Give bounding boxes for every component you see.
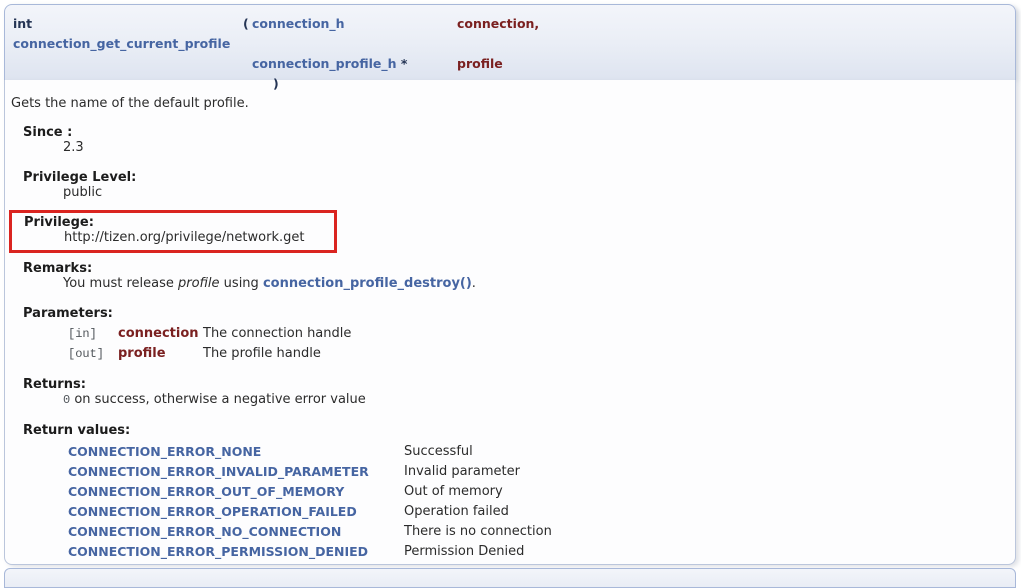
returns-text-part: on success, otherwise a negative error v… <box>70 392 366 407</box>
close-paren: ) <box>273 76 279 91</box>
remarks-emphasis: profile <box>178 276 220 291</box>
return-values-section: Return values: CONNECTION_ERROR_NONE Suc… <box>11 423 1003 562</box>
error-description: There is no connection <box>404 522 1003 542</box>
param-direction: [out] <box>68 344 118 364</box>
since-value: 2.3 <box>63 140 1003 155</box>
remarks-heading: Remarks: <box>23 261 1003 276</box>
return-value-row: CONNECTION_ERROR_PERMISSION_DENIED Permi… <box>68 542 1003 562</box>
param-description: The connection handle <box>203 324 1003 344</box>
param-description: The profile handle <box>203 344 1003 364</box>
param-name: profile <box>457 54 1007 74</box>
next-function-box-edge <box>4 568 1016 588</box>
privilege-highlight-box: Privilege: http://tizen.org/privilege/ne… <box>9 210 337 253</box>
error-code-link[interactable]: CONNECTION_ERROR_OUT_OF_MEMORY <box>68 482 404 502</box>
return-values-table: CONNECTION_ERROR_NONE Successful CONNECT… <box>68 442 1003 562</box>
parameters-table: [in] connection The connection handle [o… <box>68 324 1003 364</box>
error-description: Out of memory <box>404 482 1003 502</box>
return-values-heading: Return values: <box>23 423 1003 438</box>
return-value-row: CONNECTION_ERROR_OPERATION_FAILED Operat… <box>68 502 1003 522</box>
param-direction: [in] <box>68 324 118 344</box>
function-description: Gets the name of the default profile. <box>11 96 1003 111</box>
remarks-text-part: using <box>220 276 263 291</box>
privilege-level-section: Privilege Level: public <box>11 170 1003 200</box>
error-code-link[interactable]: CONNECTION_ERROR_INVALID_PARAMETER <box>68 462 404 482</box>
returns-text: 0 on success, otherwise a negative error… <box>63 392 1003 408</box>
remarks-text-part: You must release <box>63 276 178 291</box>
param-type-suffix: * <box>397 56 408 71</box>
parameters-section: Parameters: [in] connection The connecti… <box>11 306 1003 364</box>
param-type-cell: connection_profile_h * <box>252 54 457 74</box>
return-value-row: CONNECTION_ERROR_OUT_OF_MEMORY Out of me… <box>68 482 1003 502</box>
function-name: connection_get_current_profile <box>13 36 230 51</box>
return-type: int <box>13 16 32 31</box>
since-section: Since : 2.3 <box>11 125 1003 155</box>
parameters-heading: Parameters: <box>23 306 1003 321</box>
return-value-row: CONNECTION_ERROR_NO_CONNECTION There is … <box>68 522 1003 542</box>
param-name: profile <box>118 344 203 364</box>
parameter-row: [out] profile The profile handle <box>68 344 1003 364</box>
param-type-link[interactable]: connection_h <box>252 16 345 31</box>
error-description: Successful <box>404 442 1003 462</box>
signature-row-2: connection_profile_h * profile <box>13 54 1007 74</box>
parameter-row: [in] connection The connection handle <box>68 324 1003 344</box>
function-declaration: int connection_get_current_profile <box>13 14 243 54</box>
error-code-link[interactable]: CONNECTION_ERROR_PERMISSION_DENIED <box>68 542 404 562</box>
return-value-row: CONNECTION_ERROR_INVALID_PARAMETER Inval… <box>68 462 1003 482</box>
returns-section: Returns: 0 on success, otherwise a negat… <box>11 377 1003 408</box>
return-value-row: CONNECTION_ERROR_NONE Successful <box>68 442 1003 462</box>
profile-destroy-link[interactable]: connection_profile_destroy() <box>263 276 472 291</box>
param-type-cell: connection_h <box>252 14 457 54</box>
error-code-link[interactable]: CONNECTION_ERROR_NO_CONNECTION <box>68 522 404 542</box>
error-description: Invalid parameter <box>404 462 1003 482</box>
function-doc-item: int connection_get_current_profile ( con… <box>4 4 1016 565</box>
remarks-section: Remarks: You must release profile using … <box>11 261 1003 291</box>
error-code-link[interactable]: CONNECTION_ERROR_NONE <box>68 442 404 462</box>
param-name: connection, <box>457 14 1007 54</box>
function-signature-box: int connection_get_current_profile ( con… <box>4 4 1016 80</box>
error-description: Operation failed <box>404 502 1003 522</box>
error-code-link[interactable]: CONNECTION_ERROR_OPERATION_FAILED <box>68 502 404 522</box>
privilege-value: http://tizen.org/privilege/network.get <box>64 230 334 245</box>
signature-row-1: int connection_get_current_profile ( con… <box>13 14 1007 54</box>
error-description: Permission Denied <box>404 542 1003 562</box>
open-paren: ( <box>243 14 252 54</box>
param-type-link[interactable]: connection_profile_h <box>252 56 397 71</box>
since-heading: Since : <box>23 125 1003 140</box>
returns-heading: Returns: <box>23 377 1003 392</box>
privilege-level-value: public <box>63 185 1003 200</box>
remarks-text-part: . <box>472 276 476 291</box>
privilege-level-heading: Privilege Level: <box>23 170 1003 185</box>
privilege-heading: Privilege: <box>24 215 334 230</box>
param-name: connection <box>118 324 203 344</box>
function-doc-body: Gets the name of the default profile. Si… <box>4 80 1016 565</box>
remarks-text: You must release profile using connectio… <box>63 276 1003 291</box>
